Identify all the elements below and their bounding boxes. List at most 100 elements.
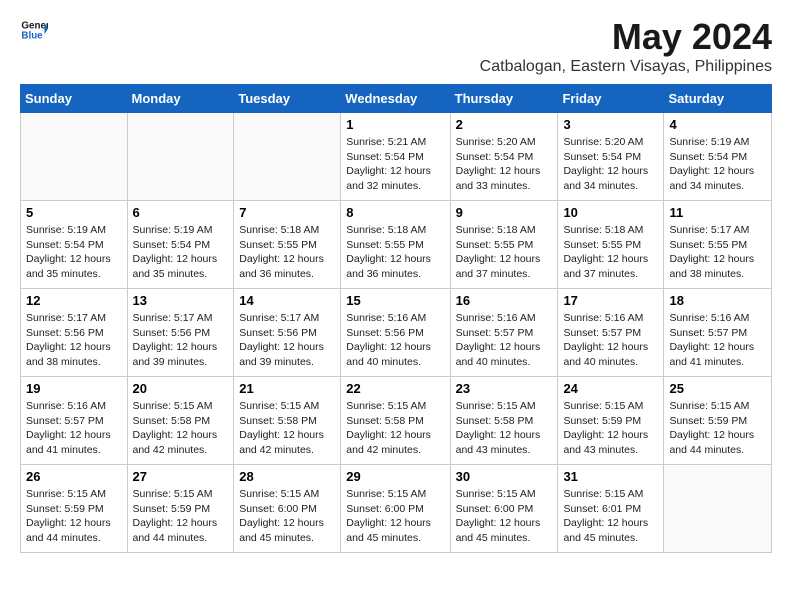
day-cell: 24 Sunrise: 5:15 AM Sunset: 5:59 PM Dayli… [558, 377, 664, 465]
day-cell: 29 Sunrise: 5:15 AM Sunset: 6:00 PM Dayli… [341, 465, 450, 553]
day-number: 16 [456, 293, 553, 308]
day-info: Sunrise: 5:17 AM Sunset: 5:56 PM Dayligh… [239, 311, 335, 370]
calendar-table: SundayMondayTuesdayWednesdayThursdayFrid… [20, 84, 772, 553]
day-info: Sunrise: 5:17 AM Sunset: 5:56 PM Dayligh… [26, 311, 122, 370]
day-info: Sunrise: 5:17 AM Sunset: 5:55 PM Dayligh… [669, 223, 766, 282]
logo: General Blue [20, 16, 48, 44]
day-cell: 16 Sunrise: 5:16 AM Sunset: 5:57 PM Dayli… [450, 289, 558, 377]
day-cell: 7 Sunrise: 5:18 AM Sunset: 5:55 PM Daylig… [234, 201, 341, 289]
day-number: 13 [133, 293, 229, 308]
day-cell: 11 Sunrise: 5:17 AM Sunset: 5:55 PM Dayli… [664, 201, 772, 289]
day-info: Sunrise: 5:18 AM Sunset: 5:55 PM Dayligh… [346, 223, 444, 282]
week-row-1: 1Sunrise: 5:21 AM Sunset: 5:54 PM Daylig… [21, 113, 772, 201]
day-number: 12 [26, 293, 122, 308]
day-number: 28 [239, 469, 335, 484]
day-cell: 18Sunrise: 5:16 AM Sunset: 5:57 PM Dayli… [664, 289, 772, 377]
day-info: Sunrise: 5:18 AM Sunset: 5:55 PM Dayligh… [239, 223, 335, 282]
month-title: May 2024 [480, 16, 772, 58]
day-number: 2 [456, 117, 553, 132]
day-cell: 5Sunrise: 5:19 AM Sunset: 5:54 PM Daylig… [21, 201, 128, 289]
day-cell: 13 Sunrise: 5:17 AM Sunset: 5:56 PM Dayli… [127, 289, 234, 377]
day-number: 29 [346, 469, 444, 484]
day-info: Sunrise: 5:15 AM Sunset: 5:59 PM Dayligh… [26, 487, 122, 546]
day-number: 10 [563, 205, 658, 220]
week-row-2: 5 Sunrise: 5:19 AM Sunset: 5:54 PM Daylig… [21, 201, 772, 289]
week-row-3: 12 Sunrise: 5:17 AM Sunset: 5:56 PM Dayli… [21, 289, 772, 377]
day-cell: 3Sunrise: 5:20 AM Sunset: 5:54 PM Daylig… [558, 113, 664, 201]
day-number: 8 [346, 205, 444, 220]
day-cell: 4 Sunrise: 5:19 AM Sunset: 5:54 PM Daylig… [664, 113, 772, 201]
day-number: 4 [669, 117, 766, 132]
day-info: Sunrise: 5:16 AM Sunset: 5:57 PM Dayligh… [563, 311, 658, 370]
day-number: 26 [26, 469, 122, 484]
day-cell [664, 465, 772, 553]
day-cell: 26 Sunrise: 5:15 AM Sunset: 5:59 PM Dayli… [21, 465, 128, 553]
day-header-sunday: Sunday [21, 85, 128, 113]
day-info: Sunrise: 5:17 AM Sunset: 5:56 PM Dayligh… [133, 311, 229, 370]
day-info: Sunrise: 5:18 AM Sunset: 5:55 PM Dayligh… [456, 223, 553, 282]
title-section: May 2024 Catbalogan, Eastern Visayas, Ph… [480, 16, 772, 76]
day-number: 25 [669, 381, 766, 396]
day-info: Sunrise: 5:19 AM Sunset: 5:54 PM Dayligh… [669, 135, 766, 194]
day-cell: 20 Sunrise: 5:15 AM Sunset: 5:58 PM Dayli… [127, 377, 234, 465]
day-number: 3 [563, 117, 658, 132]
day-number: 19 [26, 381, 122, 396]
day-cell: 27Sunrise: 5:15 AM Sunset: 5:59 PM Dayli… [127, 465, 234, 553]
day-info: Sunrise: 5:15 AM Sunset: 5:59 PM Dayligh… [563, 399, 658, 458]
day-number: 17 [563, 293, 658, 308]
day-cell: 23 Sunrise: 5:15 AM Sunset: 5:58 PM Dayli… [450, 377, 558, 465]
day-info: Sunrise: 5:15 AM Sunset: 6:01 PM Dayligh… [563, 487, 658, 546]
day-cell [234, 113, 341, 201]
day-info: Sunrise: 5:19 AM Sunset: 5:54 PM Dayligh… [133, 223, 229, 282]
day-cell: 9 Sunrise: 5:18 AM Sunset: 5:55 PM Daylig… [450, 201, 558, 289]
page-header: General Blue May 2024 Catbalogan, Easter… [20, 16, 772, 76]
day-number: 11 [669, 205, 766, 220]
day-info: Sunrise: 5:15 AM Sunset: 6:00 PM Dayligh… [456, 487, 553, 546]
day-cell: 30 Sunrise: 5:15 AM Sunset: 6:00 PM Dayli… [450, 465, 558, 553]
day-cell: 8 Sunrise: 5:18 AM Sunset: 5:55 PM Daylig… [341, 201, 450, 289]
day-number: 27 [133, 469, 229, 484]
day-info: Sunrise: 5:16 AM Sunset: 5:57 PM Dayligh… [456, 311, 553, 370]
week-row-5: 26 Sunrise: 5:15 AM Sunset: 5:59 PM Dayli… [21, 465, 772, 553]
day-header-thursday: Thursday [450, 85, 558, 113]
day-number: 22 [346, 381, 444, 396]
day-number: 18 [669, 293, 766, 308]
day-info: Sunrise: 5:16 AM Sunset: 5:57 PM Dayligh… [26, 399, 122, 458]
day-cell: 1Sunrise: 5:21 AM Sunset: 5:54 PM Daylig… [341, 113, 450, 201]
day-cell: 17 Sunrise: 5:16 AM Sunset: 5:57 PM Dayli… [558, 289, 664, 377]
location-title: Catbalogan, Eastern Visayas, Philippines [480, 58, 772, 76]
day-number: 30 [456, 469, 553, 484]
day-number: 15 [346, 293, 444, 308]
day-number: 1 [346, 117, 444, 132]
day-number: 24 [563, 381, 658, 396]
day-header-friday: Friday [558, 85, 664, 113]
day-info: Sunrise: 5:18 AM Sunset: 5:55 PM Dayligh… [563, 223, 658, 282]
day-number: 5 [26, 205, 122, 220]
logo-icon: General Blue [20, 16, 48, 44]
day-number: 7 [239, 205, 335, 220]
day-cell: 25 Sunrise: 5:15 AM Sunset: 5:59 PM Dayli… [664, 377, 772, 465]
svg-text:Blue: Blue [21, 30, 43, 41]
day-number: 23 [456, 381, 553, 396]
day-info: Sunrise: 5:15 AM Sunset: 5:58 PM Dayligh… [456, 399, 553, 458]
day-cell: 28 Sunrise: 5:15 AM Sunset: 6:00 PM Dayli… [234, 465, 341, 553]
day-cell: 31Sunrise: 5:15 AM Sunset: 6:01 PM Dayli… [558, 465, 664, 553]
day-cell: 6 Sunrise: 5:19 AM Sunset: 5:54 PM Daylig… [127, 201, 234, 289]
day-number: 20 [133, 381, 229, 396]
day-cell [127, 113, 234, 201]
day-cell: 12 Sunrise: 5:17 AM Sunset: 5:56 PM Dayli… [21, 289, 128, 377]
day-header-saturday: Saturday [664, 85, 772, 113]
day-cell: 19 Sunrise: 5:16 AM Sunset: 5:57 PM Dayli… [21, 377, 128, 465]
day-header-monday: Monday [127, 85, 234, 113]
day-cell: 21Sunrise: 5:15 AM Sunset: 5:58 PM Dayli… [234, 377, 341, 465]
day-cell: 22Sunrise: 5:15 AM Sunset: 5:58 PM Dayli… [341, 377, 450, 465]
day-cell: 10 Sunrise: 5:18 AM Sunset: 5:55 PM Dayli… [558, 201, 664, 289]
day-info: Sunrise: 5:15 AM Sunset: 5:59 PM Dayligh… [669, 399, 766, 458]
day-number: 6 [133, 205, 229, 220]
day-info: Sunrise: 5:15 AM Sunset: 6:00 PM Dayligh… [239, 487, 335, 546]
day-header-wednesday: Wednesday [341, 85, 450, 113]
day-info: Sunrise: 5:15 AM Sunset: 5:58 PM Dayligh… [133, 399, 229, 458]
day-info: Sunrise: 5:15 AM Sunset: 6:00 PM Dayligh… [346, 487, 444, 546]
day-number: 9 [456, 205, 553, 220]
day-cell: 2Sunrise: 5:20 AM Sunset: 5:54 PM Daylig… [450, 113, 558, 201]
